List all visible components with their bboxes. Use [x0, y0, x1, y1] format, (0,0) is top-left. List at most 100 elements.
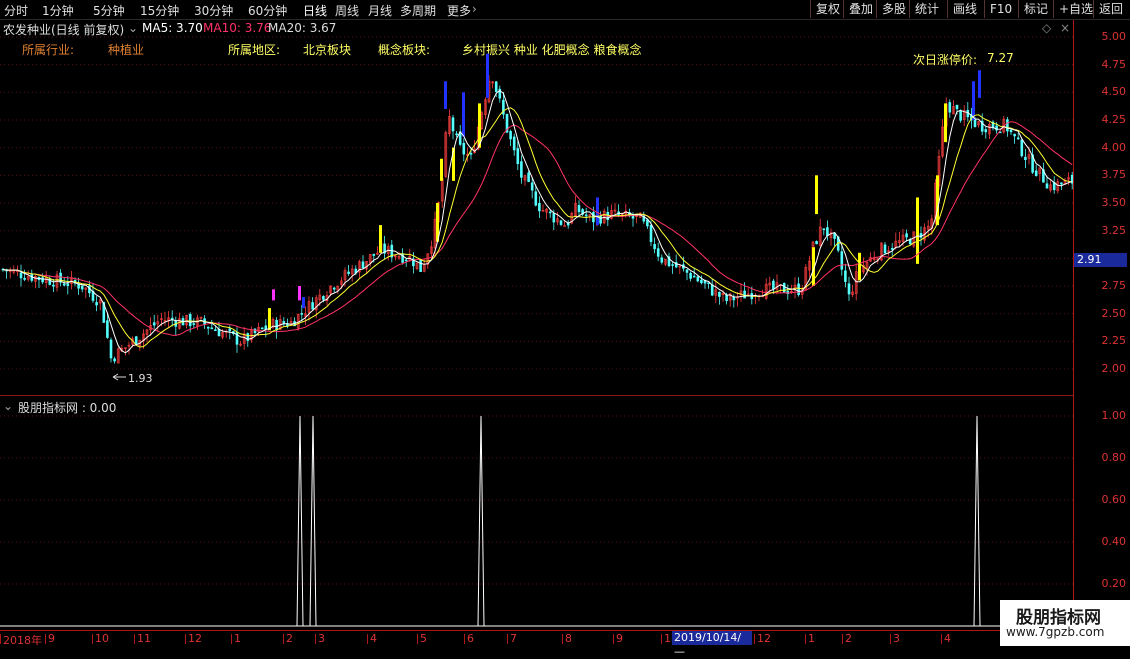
candle-body: [455, 133, 458, 136]
signal-bar: [272, 289, 275, 301]
indicator-tick-label: 0.40: [1101, 535, 1127, 548]
candle-body: [1016, 137, 1020, 140]
tab-weekly[interactable]: 周线: [335, 2, 359, 19]
tab-monthly[interactable]: 月线: [368, 2, 392, 19]
candle-body: [494, 81, 498, 92]
candle-body: [66, 283, 70, 287]
candle-body: [826, 227, 829, 236]
candle-body: [512, 136, 516, 151]
candle-body: [538, 203, 541, 212]
candle-body: [1009, 129, 1013, 133]
tab-30min[interactable]: 30分钟: [194, 2, 233, 19]
low-marker-label: 1.93: [128, 372, 153, 385]
candle-body: [548, 211, 552, 214]
tab-60min[interactable]: 60分钟: [248, 2, 287, 19]
candle-body: [462, 142, 466, 155]
date-tick-label: 12: [185, 632, 202, 645]
price-tick-label: 4.25: [1101, 113, 1127, 126]
candle-body: [260, 327, 264, 330]
back-button[interactable]: 返回: [1093, 0, 1128, 18]
indicator-grid: [0, 415, 1073, 585]
candle-body: [527, 172, 530, 182]
candle-body: [847, 283, 851, 295]
signal-bar: [444, 81, 447, 109]
candle-body: [725, 294, 728, 302]
candle-body: [656, 248, 660, 257]
candle-body: [955, 104, 959, 110]
candle-body: [516, 148, 520, 165]
candle-body: [692, 275, 696, 278]
signal-bar: [858, 252, 861, 281]
chevron-right-icon[interactable]: ›: [472, 2, 477, 16]
candle-body: [1020, 139, 1024, 157]
multi-stock-button[interactable]: 多股: [876, 0, 911, 18]
candle-body: [631, 216, 635, 219]
draw-line-button[interactable]: 画线: [947, 0, 982, 18]
candle-body: [113, 358, 116, 362]
candle-body: [520, 161, 523, 178]
indicator-spike: [296, 415, 304, 627]
indicator-tick-label: 0.80: [1101, 451, 1127, 464]
price-tick-label: 3.50: [1101, 196, 1127, 209]
candle-body: [264, 325, 268, 330]
tab-daily[interactable]: 日线: [303, 2, 327, 19]
date-tick-label: 2018年: [0, 634, 42, 647]
candle-body: [451, 117, 455, 132]
candle-body: [671, 264, 674, 266]
candle-body: [80, 285, 84, 290]
price-tick-label: 3.25: [1101, 223, 1127, 237]
signal-bar: [978, 70, 981, 98]
candles-group: [1, 75, 1073, 364]
toolbar: 分时 1分钟 5分钟 15分钟 30分钟 60分钟 日线 周线 月线 多周期 更…: [0, 0, 1130, 20]
candle-body: [1034, 170, 1038, 176]
candle-body: [311, 302, 314, 310]
candle-body: [782, 282, 786, 293]
candle-body: [1060, 182, 1063, 185]
current-price-tag: 2.91: [1074, 253, 1127, 267]
candle-body: [192, 323, 196, 325]
candle-body: [584, 214, 588, 217]
overlay-button[interactable]: 叠加: [843, 0, 878, 18]
candle-body: [718, 291, 721, 297]
date-tick-label: 11: [134, 632, 151, 645]
tab-5min[interactable]: 5分钟: [93, 2, 125, 19]
date-tick-label: 2: [842, 632, 852, 645]
candle-body: [559, 220, 563, 225]
tab-1min[interactable]: 1分钟: [42, 2, 74, 19]
indicator-spike: [477, 415, 485, 627]
candle-body: [300, 313, 304, 315]
fuquan-button[interactable]: 复权: [810, 0, 845, 18]
indicator-chart[interactable]: [0, 396, 1073, 630]
candle-body: [772, 280, 775, 290]
add-watchlist-button[interactable]: +自选: [1053, 0, 1098, 18]
signal-bar: [815, 175, 818, 215]
f10-button[interactable]: F10: [984, 0, 1017, 18]
signal-bar: [596, 197, 599, 226]
candle-body: [210, 327, 214, 330]
indicator-tick-label: 0.60: [1101, 493, 1127, 506]
signal-bar: [440, 158, 443, 181]
tab-fenshi[interactable]: 分时: [4, 2, 28, 19]
candle-body: [52, 284, 55, 287]
date-tick-label: 3: [890, 632, 900, 645]
price-tick-label: 2.75: [1101, 279, 1127, 292]
candle-body: [530, 182, 534, 191]
date-tick-label: 4: [941, 632, 951, 645]
candle-body: [844, 270, 847, 282]
tab-more[interactable]: 更多: [447, 2, 471, 19]
candle-body: [188, 314, 192, 327]
tab-multi-period[interactable]: 多周期: [400, 2, 436, 19]
candlestick-chart[interactable]: [0, 20, 1073, 395]
candle-body: [973, 118, 977, 127]
mark-button[interactable]: 标记: [1018, 0, 1053, 18]
tab-15min[interactable]: 15分钟: [140, 2, 179, 19]
price-tick-label: 2.50: [1101, 306, 1127, 320]
candle-body: [689, 272, 692, 279]
statistics-button[interactable]: 统计: [909, 0, 944, 18]
candle-body: [214, 329, 217, 332]
candle-body: [322, 296, 325, 300]
date-tick-label: 9: [45, 632, 55, 645]
date-tick-label: 6: [464, 632, 474, 645]
candle-body: [41, 277, 44, 283]
price-tick-label: 2.00: [1101, 362, 1127, 375]
